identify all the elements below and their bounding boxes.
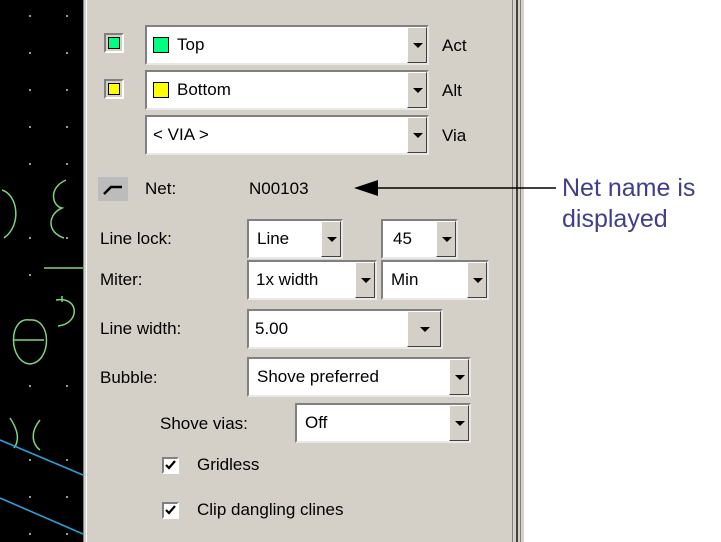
- annotation-line-2: displayed: [562, 205, 668, 233]
- annotation-arrow: [354, 180, 556, 196]
- annotation-line-1: Net name is: [562, 174, 696, 202]
